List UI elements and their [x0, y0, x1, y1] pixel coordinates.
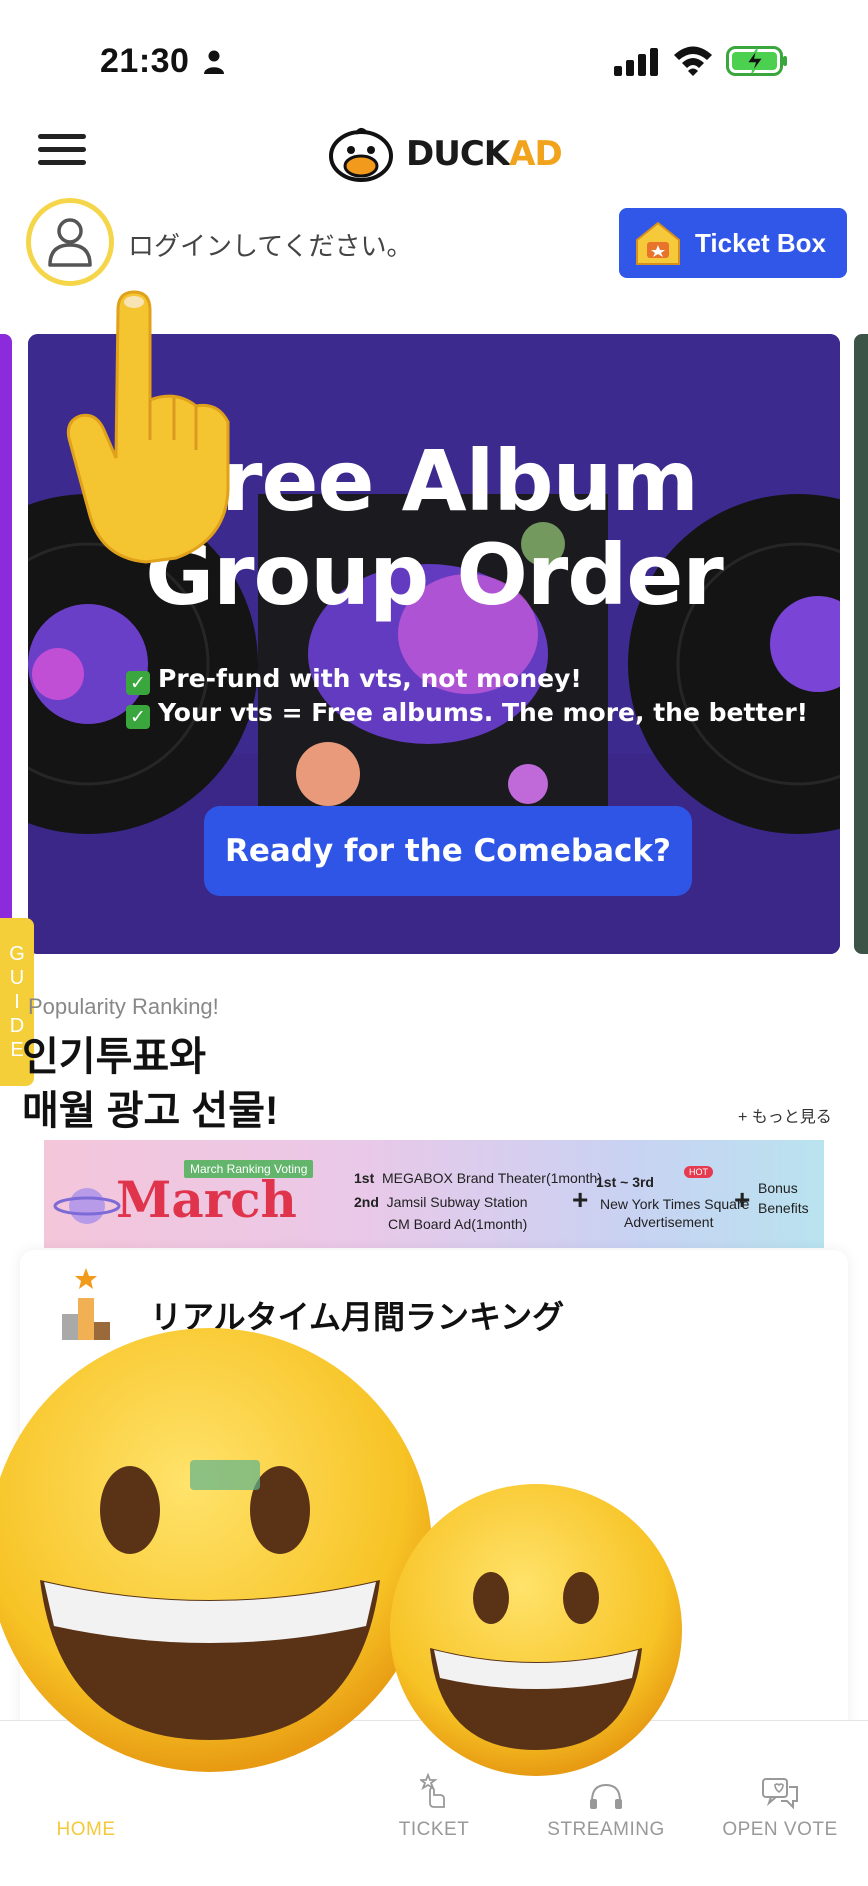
- more-link[interactable]: + もっと見る: [738, 1103, 832, 1127]
- house-ticket-icon: [636, 221, 680, 265]
- status-bar: 21:30: [0, 0, 868, 120]
- tab-open-vote[interactable]: OPEN VOTE: [694, 1721, 866, 1841]
- login-row: ログインしてください。 Ticket Box: [26, 198, 847, 288]
- grinning-face-emoji: [0, 1328, 432, 1772]
- avatar[interactable]: [26, 198, 114, 286]
- ticket-box-label: Ticket Box: [695, 227, 827, 258]
- carousel-prev-peek[interactable]: [0, 334, 12, 954]
- tab-open-vote-label: OPEN VOTE: [722, 1819, 838, 1840]
- menu-icon: [38, 134, 86, 139]
- hot-badge: HOT: [684, 1166, 713, 1178]
- grinning-face-emoji: [390, 1484, 682, 1776]
- banner-line2: Your vts = Free albums. The more, the be…: [158, 698, 809, 727]
- promo-month: March: [116, 1170, 297, 1229]
- march-ranking-promo[interactable]: March Ranking Voting March 1st MEGABOX B…: [44, 1140, 824, 1248]
- open-vote-tab-icon: [762, 1778, 798, 1809]
- ticket-box-button[interactable]: Ticket Box: [619, 208, 847, 278]
- logo-text-duck: DUCK: [406, 134, 510, 174]
- pointing-hand-emoji: [66, 290, 230, 564]
- streaming-tab-icon: [590, 1783, 622, 1809]
- wifi-icon: [674, 46, 712, 76]
- app-logo: DUCKAD: [326, 126, 563, 182]
- logo-text-ad: AD: [509, 134, 563, 174]
- check-icon: ✓: [126, 671, 150, 695]
- planet-icon: [53, 1188, 121, 1224]
- menu-button[interactable]: [38, 134, 86, 174]
- status-time: 21:30: [100, 42, 190, 80]
- banner-cta-button[interactable]: Ready for the Comeback?: [204, 806, 692, 896]
- person-icon: [204, 50, 224, 74]
- carousel-next-peek[interactable]: [854, 334, 868, 954]
- check-icon: ✓: [126, 705, 150, 729]
- duck-logo-icon: [329, 127, 393, 182]
- battery-charging-icon: [726, 46, 787, 76]
- signal-icon: [614, 48, 658, 76]
- avatar-icon: [48, 218, 92, 267]
- tab-ticket-label: TICKET: [398, 1819, 470, 1840]
- login-prompt[interactable]: ログインしてください。: [128, 226, 412, 263]
- tab-streaming-label: STREAMING: [547, 1819, 665, 1840]
- tab-home-label: HOME: [56, 1819, 116, 1840]
- ranking-subtitle: Popularity Ranking!: [28, 994, 219, 1019]
- ranking-title: 인기투표와 매월 광고 선물!: [22, 1035, 279, 1133]
- banner-line1: Pre-fund with vts, not money!: [158, 664, 582, 693]
